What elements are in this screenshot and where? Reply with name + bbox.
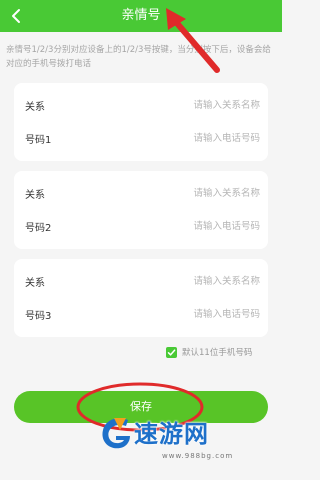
description-text: 亲情号1/2/3分别对应设备上的1/2/3号按键，当分别按下后，设备会给对应的手…	[6, 45, 271, 69]
contact-card-3: 关系 号码3	[14, 259, 268, 337]
watermark-url: www.988bg.com	[162, 452, 234, 460]
watermark-text: 速游网	[134, 420, 209, 448]
phone-row: 号码3	[14, 301, 268, 327]
phone-row: 号码1	[14, 125, 268, 151]
relation-row: 关系	[14, 180, 268, 206]
relation-input[interactable]	[120, 96, 260, 114]
relation-input[interactable]	[120, 184, 260, 202]
phone-input[interactable]	[120, 129, 260, 147]
phone-label: 号码3	[25, 311, 52, 322]
relation-row: 关系	[14, 92, 268, 118]
relation-label: 关系	[25, 190, 45, 201]
relation-label: 关系	[25, 102, 45, 113]
contact-card-2: 关系 号码2	[14, 171, 268, 249]
top-bar: 亲情号	[0, 0, 282, 32]
phone-input[interactable]	[120, 217, 260, 235]
checkmark-icon	[167, 349, 176, 356]
watermark-logo-icon	[102, 418, 130, 449]
default-number-checkbox[interactable]	[166, 347, 177, 358]
phone-row: 号码2	[14, 213, 268, 239]
page-title: 亲情号	[121, 8, 161, 23]
phone-label: 号码1	[25, 135, 52, 146]
phone-input[interactable]	[120, 305, 260, 323]
relation-input[interactable]	[120, 272, 260, 290]
default-number-option: 默认11位手机号码	[166, 346, 274, 360]
watermark: 速游网 www.988bg.com	[98, 412, 278, 476]
contact-card-1: 关系 号码1	[14, 83, 268, 161]
default-number-label: 默认11位手机号码	[182, 348, 253, 358]
relation-label: 关系	[25, 278, 45, 289]
phone-label: 号码2	[25, 223, 52, 234]
relation-row: 关系	[14, 268, 268, 294]
